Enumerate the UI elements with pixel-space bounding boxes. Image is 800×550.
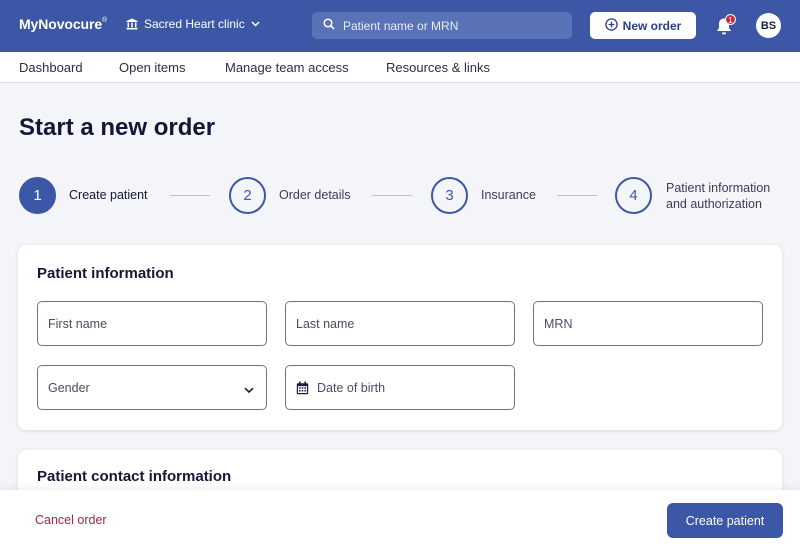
new-order-label: New order bbox=[622, 18, 682, 33]
date-of-birth-field bbox=[285, 365, 515, 410]
patient-information-heading: Patient information bbox=[37, 265, 174, 282]
nav-open-items[interactable]: Open items bbox=[119, 60, 185, 75]
step-4-label-line-1: Patient information bbox=[666, 181, 771, 195]
search-input[interactable] bbox=[343, 18, 558, 33]
main-nav: Dashboard Open items Manage team access … bbox=[0, 52, 800, 83]
top-bar: MyNovocure® Sacred Heart clinic New orde… bbox=[0, 0, 800, 52]
search-bar bbox=[312, 12, 572, 39]
step-3-circle: 3 bbox=[431, 177, 468, 214]
patient-information-card: Patient information Gender bbox=[18, 245, 782, 430]
plus-circle-icon bbox=[604, 17, 618, 34]
calendar-icon[interactable] bbox=[296, 381, 309, 395]
notification-badge: 1 bbox=[725, 14, 736, 25]
new-order-button[interactable]: New order bbox=[590, 12, 696, 39]
gender-select[interactable]: Gender bbox=[37, 365, 267, 410]
logo-text: MyNovocure bbox=[19, 16, 103, 32]
mrn-field bbox=[533, 301, 763, 346]
first-name-field bbox=[37, 301, 267, 346]
last-name-input[interactable] bbox=[296, 316, 514, 331]
page-title: Start a new order bbox=[19, 114, 216, 141]
step-4-label-line-2: and authorization bbox=[666, 197, 762, 211]
step-3-label: Insurance bbox=[481, 188, 536, 202]
create-patient-button[interactable]: Create patient bbox=[667, 503, 783, 538]
last-name-field bbox=[285, 301, 515, 346]
first-name-input[interactable] bbox=[48, 316, 266, 331]
step-4-circle: 4 bbox=[615, 177, 652, 214]
date-of-birth-input[interactable] bbox=[317, 380, 514, 395]
step-1-circle: 1 bbox=[19, 177, 56, 214]
building-icon bbox=[126, 18, 138, 30]
search-icon bbox=[323, 17, 335, 35]
app-logo[interactable]: MyNovocure® bbox=[19, 16, 107, 32]
step-2-circle: 2 bbox=[229, 177, 266, 214]
step-connector bbox=[170, 195, 210, 196]
step-2-label: Order details bbox=[279, 188, 351, 202]
step-4-label: Patient information and authorization bbox=[666, 180, 770, 212]
logo-mark: ® bbox=[102, 17, 108, 24]
mrn-input[interactable] bbox=[544, 316, 762, 331]
notifications-button[interactable]: 1 bbox=[714, 14, 736, 37]
footer-bar: Cancel order Create patient bbox=[0, 490, 800, 550]
chevron-down-icon bbox=[251, 21, 260, 27]
patient-contact-heading: Patient contact information bbox=[37, 468, 232, 485]
clinic-selector[interactable]: Sacred Heart clinic bbox=[126, 17, 260, 31]
user-avatar[interactable]: BS bbox=[756, 13, 781, 38]
chevron-down-icon bbox=[244, 383, 254, 397]
step-1-label: Create patient bbox=[69, 188, 148, 202]
step-connector bbox=[557, 195, 597, 196]
nav-manage-team-access[interactable]: Manage team access bbox=[225, 60, 349, 75]
step-connector bbox=[372, 195, 412, 196]
nav-dashboard[interactable]: Dashboard bbox=[19, 60, 83, 75]
gender-select-value: Gender bbox=[48, 380, 90, 395]
clinic-name: Sacred Heart clinic bbox=[144, 17, 245, 31]
nav-resources-links[interactable]: Resources & links bbox=[386, 60, 490, 75]
cancel-order-button[interactable]: Cancel order bbox=[35, 513, 107, 527]
